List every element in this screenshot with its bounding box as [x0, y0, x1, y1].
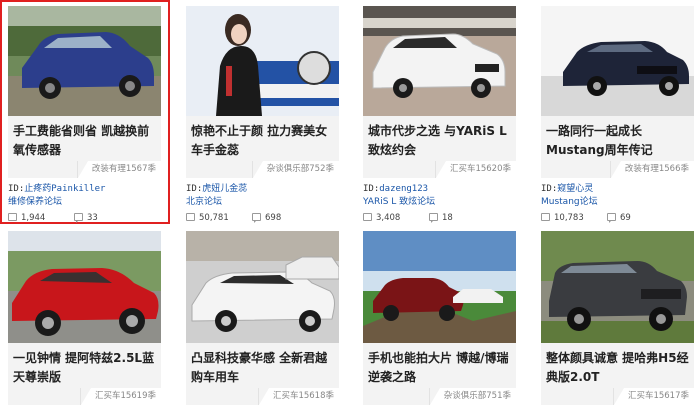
article-photo[interactable]	[363, 6, 516, 116]
forum-link[interactable]: 维修保养论坛	[8, 196, 161, 209]
comment-count: 18	[429, 213, 453, 223]
views-icon	[186, 213, 195, 221]
issue-badge: 汇买车15618季	[257, 388, 339, 405]
article-card-2[interactable]: 惊艳不止于颜 拉力赛美女车手金蕊 杂谈俱乐部752季 ID:虎妞儿金蕊 北京论坛…	[186, 6, 339, 223]
comment-icon	[607, 213, 616, 223]
article-title[interactable]: 整体颜具诚意 提哈弗H5经典版2.0T	[546, 349, 694, 387]
view-count-value: 10,783	[554, 213, 584, 223]
comment-icon	[252, 213, 261, 223]
views-icon	[363, 213, 372, 221]
article-photo[interactable]	[186, 231, 339, 343]
author-line: ID:窥望心灵	[541, 183, 694, 196]
view-count: 10,783	[541, 213, 584, 223]
author-line: ID:虎妞儿金蕊	[186, 183, 339, 196]
article-card-7[interactable]: 手机也能拍大片 博越/博瑞逆袭之路 杂谈俱乐部751季	[363, 231, 516, 405]
comment-count-value: 33	[87, 213, 98, 223]
comment-count-value: 18	[442, 213, 453, 223]
article-card-3[interactable]: 城市代步之选 与YARiS L 致炫约会 汇买车15620季 ID:dazeng…	[363, 6, 516, 223]
issue-badge: 汇买车15617季	[612, 388, 694, 405]
view-count: 50,781	[186, 213, 229, 223]
comment-count: 33	[74, 213, 98, 223]
article-photo[interactable]	[186, 6, 339, 116]
comment-count-value: 698	[265, 213, 282, 223]
article-title[interactable]: 城市代步之选 与YARiS L 致炫约会	[368, 122, 516, 160]
author-link[interactable]: 虎妞儿金蕊	[202, 184, 247, 194]
article-title[interactable]: 凸显科技豪华感 全新君越购车用车	[191, 349, 339, 387]
article-title[interactable]: 惊艳不止于颜 拉力赛美女车手金蕊	[191, 122, 339, 160]
view-count-value: 1,944	[21, 213, 46, 223]
id-label: ID:	[363, 184, 380, 194]
article-card-5[interactable]: 一见钟情 提阿特兹2.5L蓝天尊崇版 汇买车15619季	[8, 231, 161, 405]
author-link[interactable]: 窥望心灵	[557, 184, 593, 194]
forum-link[interactable]: Mustang论坛	[541, 196, 694, 209]
article-card-6[interactable]: 凸显科技豪华感 全新君越购车用车 汇买车15618季	[186, 231, 339, 405]
article-card-4[interactable]: 一路同行一起成长 Mustang周年传记 改装有理1566季 ID:窥望心灵 M…	[541, 6, 694, 223]
view-count-value: 50,781	[199, 213, 229, 223]
article-card-8[interactable]: 整体颜具诚意 提哈弗H5经典版2.0T 汇买车15617季	[541, 231, 694, 405]
article-photo[interactable]	[363, 231, 516, 343]
article-title[interactable]: 一见钟情 提阿特兹2.5L蓝天尊崇版	[13, 349, 161, 387]
article-card-1[interactable]: 手工费能省则省 凯越换前氧传感器 改装有理1567季 ID:止疼药Painkil…	[8, 6, 161, 223]
issue-badge: 改装有理1567季	[76, 161, 161, 178]
author-link[interactable]: 止疼药Painkiller	[24, 184, 105, 194]
article-title[interactable]: 手机也能拍大片 博越/博瑞逆袭之路	[368, 349, 516, 387]
comment-icon	[429, 213, 438, 223]
issue-badge: 改装有理1566季	[609, 161, 694, 178]
author-line: ID:止疼药Painkiller	[8, 183, 161, 196]
view-count-value: 3,408	[376, 213, 401, 223]
id-label: ID:	[541, 184, 558, 194]
view-count: 3,408	[363, 213, 400, 223]
issue-badge: 汇买车15619季	[79, 388, 161, 405]
issue-badge: 杂谈俱乐部752季	[251, 161, 339, 178]
forum-link[interactable]: 北京论坛	[186, 196, 339, 209]
comment-count-value: 69	[620, 213, 631, 223]
views-icon	[541, 213, 550, 221]
issue-badge: 杂谈俱乐部751季	[428, 388, 516, 405]
comment-count: 69	[607, 213, 631, 223]
id-label: ID:	[186, 184, 203, 194]
article-title[interactable]: 一路同行一起成长 Mustang周年传记	[546, 122, 694, 160]
views-icon	[8, 213, 17, 221]
article-photo[interactable]	[541, 231, 694, 343]
forum-link[interactable]: YARiS L 致炫论坛	[363, 196, 516, 209]
article-photo[interactable]	[8, 6, 161, 116]
id-label: ID:	[8, 184, 25, 194]
issue-badge: 汇买车15620季	[434, 161, 516, 178]
author-line: ID:dazeng123	[363, 183, 516, 196]
article-photo[interactable]	[541, 6, 694, 116]
comment-icon	[74, 213, 83, 223]
author-link[interactable]: dazeng123	[379, 184, 428, 194]
comment-count: 698	[252, 213, 281, 223]
article-photo[interactable]	[8, 231, 161, 343]
view-count: 1,944	[8, 213, 45, 223]
article-title[interactable]: 手工费能省则省 凯越换前氧传感器	[13, 122, 161, 160]
